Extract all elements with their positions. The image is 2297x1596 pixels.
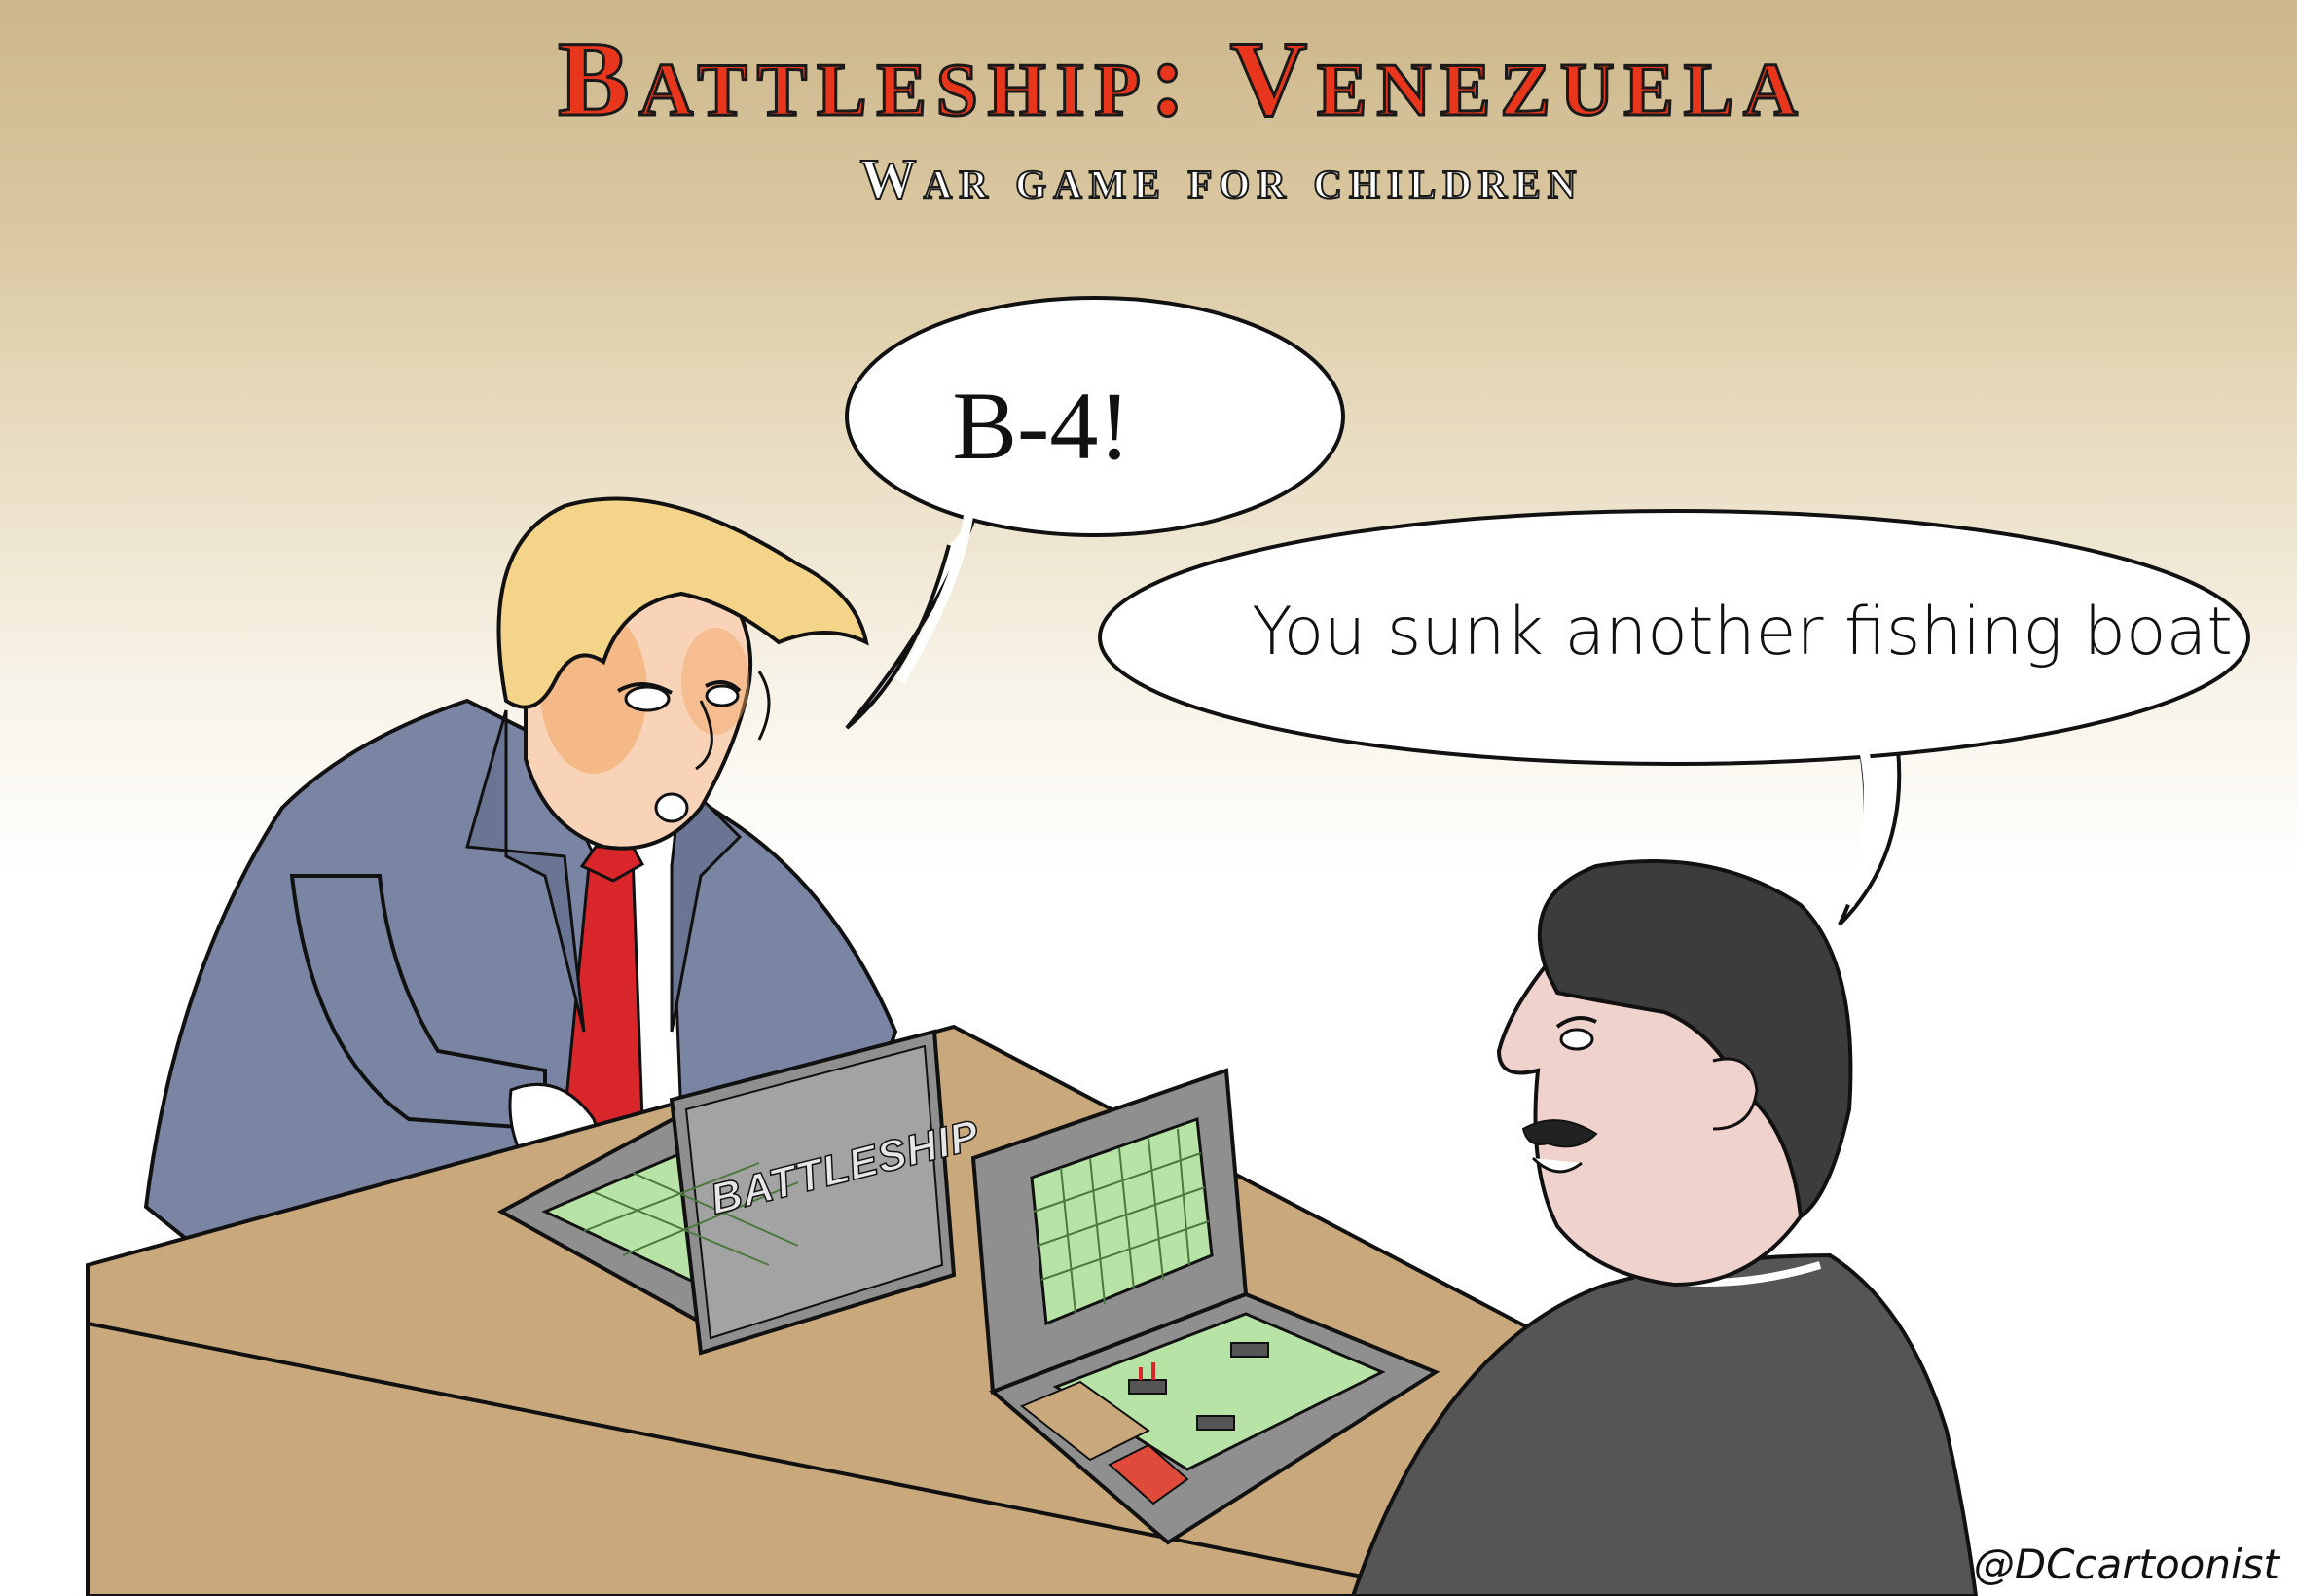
speech-text-left: B-4! [952,372,1131,480]
cartoon-canvas: Battleship: Venezuela War game for child… [0,0,2297,1596]
cartoon-illustration [86,296,2250,1596]
artist-credit: @DCcartoonist [1973,1541,2279,1588]
right-character [1350,859,1979,1596]
speech-text-right: You sunk another fishing boat [1252,594,2233,671]
